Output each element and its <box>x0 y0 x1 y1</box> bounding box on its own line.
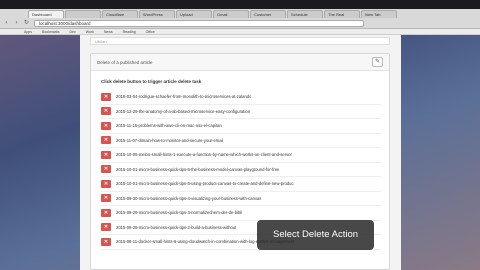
tab-strip: Dashboard Cloudflare WordPress Upload Gm… <box>28 10 397 18</box>
article-name: 2015-10-01-micro-business-quick-tips-6-t… <box>116 166 280 172</box>
list-item: ✕ 2015-12-29-the-anatomy-of-a-ab-based-mi… <box>101 105 381 119</box>
tab[interactable]: New Tab <box>361 10 397 18</box>
list-item: ✕ 2015-09-30-micro-business-quick-tips-4-… <box>101 192 381 206</box>
delete-button[interactable]: ✕ <box>101 92 111 101</box>
article-name: 2015-09-30-micro-business-quick-tips-4-v… <box>116 195 262 201</box>
browser-chrome: Dashboard Cloudflare WordPress Upload Gm… <box>0 9 480 29</box>
address-bar[interactable]: localhost:3000/dashboard <box>34 20 364 27</box>
article-name: 2016-03-04-rodrigue-schaefer-from-monoli… <box>116 94 252 100</box>
panel-title: Delete of a published article <box>97 60 153 65</box>
list-item: ✕ 2015-11-15-problems-with-awe-cli-on-mac… <box>101 119 381 134</box>
reload-icon[interactable]: ↻ <box>23 20 30 27</box>
bookmark[interactable]: Work <box>86 29 94 34</box>
toolbar: ‹ › ↻ localhost:3000/dashboard <box>0 19 480 28</box>
delete-button[interactable]: ✕ <box>101 136 111 145</box>
article-name: 2015-09-29-micro-business-quick-tips-3-n… <box>116 210 243 216</box>
list-item: ✕ 2015-09-29-micro-business-quick-tips-3-… <box>101 206 381 221</box>
list-item: ✕ 2016-03-04-rodrigue-schaefer-from-monol… <box>101 90 381 105</box>
delete-button[interactable]: ✕ <box>101 165 111 174</box>
os-menu-bar <box>0 0 480 9</box>
tab[interactable]: Gmail <box>213 10 249 18</box>
bookmark[interactable]: Apps <box>24 29 32 34</box>
delete-button[interactable]: ✕ <box>101 237 111 246</box>
list-item: ✕ 2015-10-01-micro-business-quick-tips-5-… <box>101 177 381 192</box>
article-name: 2015-10-05-melon-small-hints-1-execute-a… <box>116 152 292 158</box>
article-name: 2015-11-15-problems-with-awe-cli-on-mac-… <box>116 123 222 129</box>
list-item: ✕ 2015-11-07-dimain-how-to-monitor-and-se… <box>101 134 381 148</box>
article-name: 2015-10-01-micro-business-quick-tips-5-u… <box>116 181 294 187</box>
delete-button[interactable]: ✕ <box>101 208 111 217</box>
list-item: ✕ 2015-10-05-melon-small-hints-1-execute-… <box>101 148 381 163</box>
bookmark[interactable]: News <box>104 29 113 34</box>
tab[interactable]: Upload <box>176 10 212 18</box>
breadcrumb[interactable]: Utolan <box>90 37 390 45</box>
delete-button[interactable]: ✕ <box>101 107 111 116</box>
bookmark[interactable]: Reading <box>123 29 136 34</box>
tab[interactable]: Customer <box>250 10 286 18</box>
delete-button[interactable]: ✕ <box>101 194 111 203</box>
action-toast: Select Delete Action <box>257 220 374 250</box>
bookmark[interactable]: Dev <box>70 29 76 34</box>
tab[interactable]: Cloudflare <box>102 10 138 18</box>
article-name: 2015-11-07-dimain-how-to-monitor-and-sec… <box>116 137 224 143</box>
back-icon[interactable]: ‹ <box>3 20 10 27</box>
tab[interactable]: Dashboard <box>28 10 64 18</box>
article-name: 2015-09-28-micro-business-quick-tips-2-b… <box>116 224 237 230</box>
tab[interactable] <box>65 10 101 18</box>
delete-button[interactable]: ✕ <box>101 223 111 232</box>
delete-button[interactable]: ✕ <box>101 121 111 130</box>
wrench-icon[interactable]: ✎ <box>372 57 383 67</box>
forward-icon[interactable]: › <box>13 20 20 27</box>
article-name: 2015-12-29-the-anatomy-of-a-ab-based-mic… <box>116 108 251 114</box>
instruction-text: Click delete button to trigger article d… <box>101 79 202 84</box>
tab[interactable]: WordPress <box>139 10 175 18</box>
tab[interactable]: The Real <box>324 10 360 18</box>
delete-button[interactable]: ✕ <box>101 179 111 188</box>
bookmark[interactable]: Office <box>146 29 155 34</box>
list-item: ✕ 2015-10-01-micro-business-quick-tips-6-… <box>101 163 381 177</box>
panel-header: Delete of a published article ✎ <box>91 54 389 71</box>
delete-button[interactable]: ✕ <box>101 150 111 159</box>
tab[interactable]: Schedule <box>287 10 323 18</box>
bookmark[interactable]: Bookmarks <box>42 29 60 34</box>
